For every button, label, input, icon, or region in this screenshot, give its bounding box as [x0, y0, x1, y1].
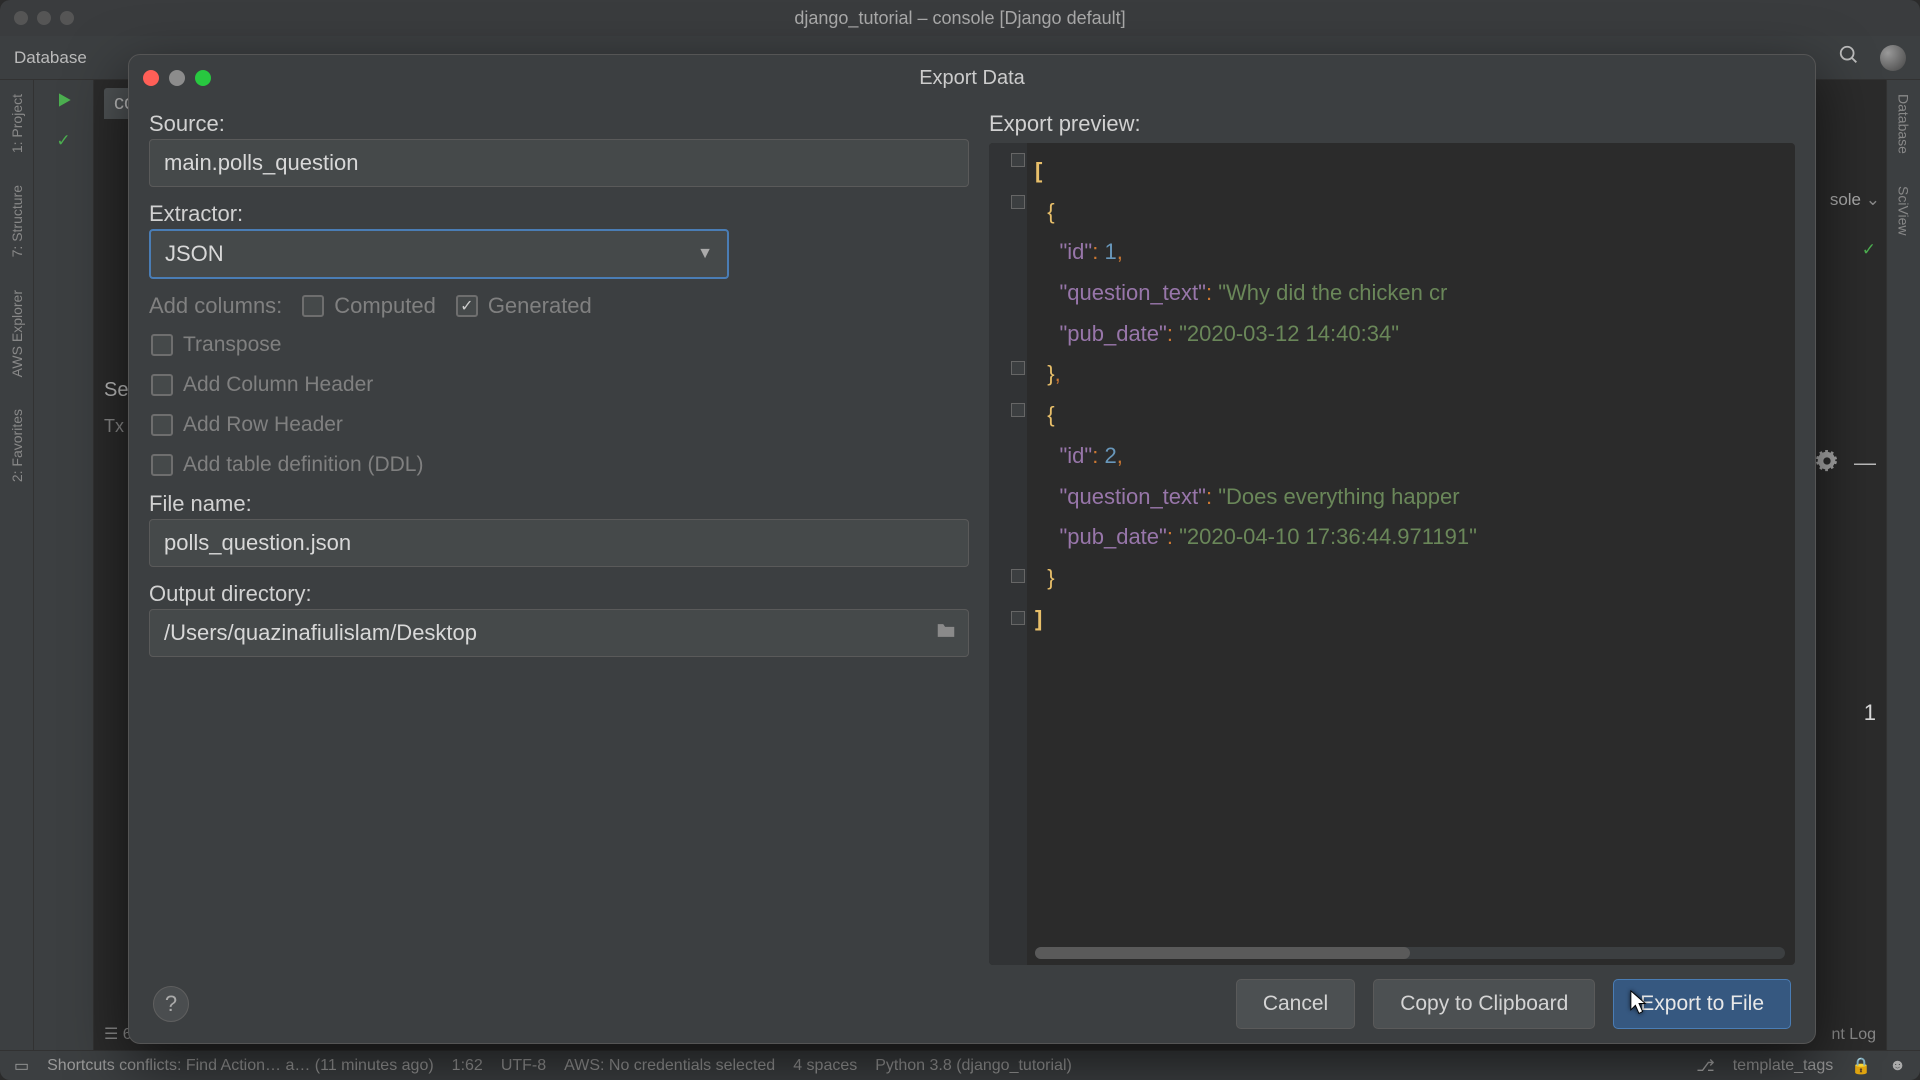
database-tool[interactable]: Database	[1896, 88, 1912, 160]
run-icon[interactable]	[54, 90, 74, 115]
fold-icon[interactable]	[1011, 361, 1025, 375]
event-log-link[interactable]: nt Log	[1832, 1026, 1876, 1044]
gear-icon[interactable]	[1816, 450, 1838, 477]
status-python[interactable]: Python 3.8 (django_tutorial)	[875, 1057, 1072, 1075]
fold-icon[interactable]	[1011, 611, 1025, 625]
structure-tool[interactable]: 7: Structure	[9, 179, 25, 263]
extractor-value: JSON	[165, 241, 224, 267]
git-branch-icon[interactable]: ⎇	[1696, 1056, 1714, 1076]
add-columns-row: Add columns: Computed Generated	[149, 293, 969, 319]
horizontal-scrollbar[interactable]	[1035, 947, 1785, 959]
aws-explorer-tool[interactable]: AWS Explorer	[9, 284, 25, 383]
search-icon[interactable]	[1838, 44, 1860, 71]
source-label: Source:	[149, 111, 969, 137]
chevron-down-icon: ▼	[697, 245, 713, 263]
avatar[interactable]	[1880, 45, 1906, 71]
computed-checkbox[interactable]: Computed	[302, 293, 436, 319]
mac-close-dot[interactable]	[14, 11, 28, 25]
export-to-file-button[interactable]: Export to File	[1613, 979, 1791, 1029]
bg-badge: 1	[1864, 700, 1876, 726]
inspector-icon[interactable]: ☻	[1889, 1057, 1906, 1075]
export-preview: [ { "id": 1, "question_text": "Why did t…	[989, 143, 1795, 965]
fold-icon[interactable]	[1011, 195, 1025, 209]
bg-console-label[interactable]: sole ⌄	[1830, 190, 1880, 210]
statusbar: ▭ Shortcuts conflicts: Find Action… a… (…	[0, 1050, 1920, 1080]
preview-label: Export preview:	[989, 111, 1795, 137]
add-ddl-checkbox[interactable]: Add table definition (DDL)	[151, 453, 969, 477]
add-columns-label: Add columns:	[149, 293, 282, 319]
left-tool-rail: 1: Project 7: Structure AWS Explorer 2: …	[0, 80, 34, 1050]
dialog-close-dot[interactable]	[143, 70, 159, 86]
dialog-title-text: Export Data	[919, 67, 1025, 90]
fold-icon[interactable]	[1011, 569, 1025, 583]
right-tool-rail: Database SciView	[1886, 80, 1920, 1050]
extractor-select[interactable]: JSON ▼	[149, 229, 729, 279]
preview-code: [ { "id": 1, "question_text": "Why did t…	[1035, 151, 1795, 639]
transpose-checkbox[interactable]: Transpose	[151, 333, 969, 357]
fold-icon[interactable]	[1011, 153, 1025, 167]
status-pos[interactable]: 1:62	[452, 1057, 483, 1075]
mac-min-dot[interactable]	[37, 11, 51, 25]
window-title: django_tutorial – console [Django defaul…	[794, 8, 1125, 29]
help-button[interactable]: ?	[153, 986, 189, 1022]
status-encoding[interactable]: UTF-8	[501, 1057, 546, 1075]
dialog-footer: ? Cancel Copy to Clipboard Export to Fil…	[129, 965, 1815, 1043]
dialog-titlebar: Export Data	[129, 55, 1815, 101]
status-indent[interactable]: 4 spaces	[793, 1057, 857, 1075]
lock-icon[interactable]: 🔒	[1851, 1056, 1871, 1076]
editor-gutter	[989, 143, 1027, 965]
database-tool-label[interactable]: Database	[14, 48, 87, 68]
run-gutter: ✓	[34, 80, 94, 1050]
copy-to-clipboard-button[interactable]: Copy to Clipboard	[1373, 979, 1595, 1029]
check-icon: ✓	[56, 131, 70, 151]
add-row-header-checkbox[interactable]: Add Row Header	[151, 413, 969, 437]
notification-icon[interactable]: ▭	[14, 1056, 29, 1076]
export-data-dialog: Export Data Source: Extractor: JSON ▼ Ad…	[128, 54, 1816, 1044]
dialog-max-dot[interactable]	[195, 70, 211, 86]
dialog-right-pane: Export preview: [ { "id": 1, "question_t…	[989, 111, 1795, 965]
favorites-tool[interactable]: 2: Favorites	[9, 403, 25, 488]
status-aws[interactable]: AWS: No credentials selected	[564, 1057, 775, 1075]
output-dir-input[interactable]	[149, 609, 969, 657]
cancel-button[interactable]: Cancel	[1236, 979, 1355, 1029]
status-shortcuts[interactable]: Shortcuts conflicts: Find Action… a… (11…	[47, 1057, 434, 1075]
mac-max-dot[interactable]	[60, 11, 74, 25]
extractor-label: Extractor:	[149, 201, 969, 227]
minimize-icon[interactable]: —	[1854, 450, 1876, 476]
project-tool[interactable]: 1: Project	[9, 88, 25, 159]
add-col-header-checkbox[interactable]: Add Column Header	[151, 373, 969, 397]
status-branch[interactable]: template_tags	[1733, 1057, 1834, 1075]
file-name-input[interactable]	[149, 519, 969, 567]
dialog-left-pane: Source: Extractor: JSON ▼ Add columns: C…	[149, 111, 969, 965]
generated-checkbox[interactable]: Generated	[456, 293, 592, 319]
bg-check-icon: ✓	[1862, 240, 1876, 260]
mac-titlebar: django_tutorial – console [Django defaul…	[0, 0, 1920, 36]
file-name-label: File name:	[149, 491, 969, 517]
dialog-min-dot[interactable]	[169, 70, 185, 86]
sciview-tool[interactable]: SciView	[1896, 180, 1912, 242]
output-dir-label: Output directory:	[149, 581, 969, 607]
folder-icon[interactable]	[935, 620, 957, 647]
fold-icon[interactable]	[1011, 403, 1025, 417]
source-input[interactable]	[149, 139, 969, 187]
